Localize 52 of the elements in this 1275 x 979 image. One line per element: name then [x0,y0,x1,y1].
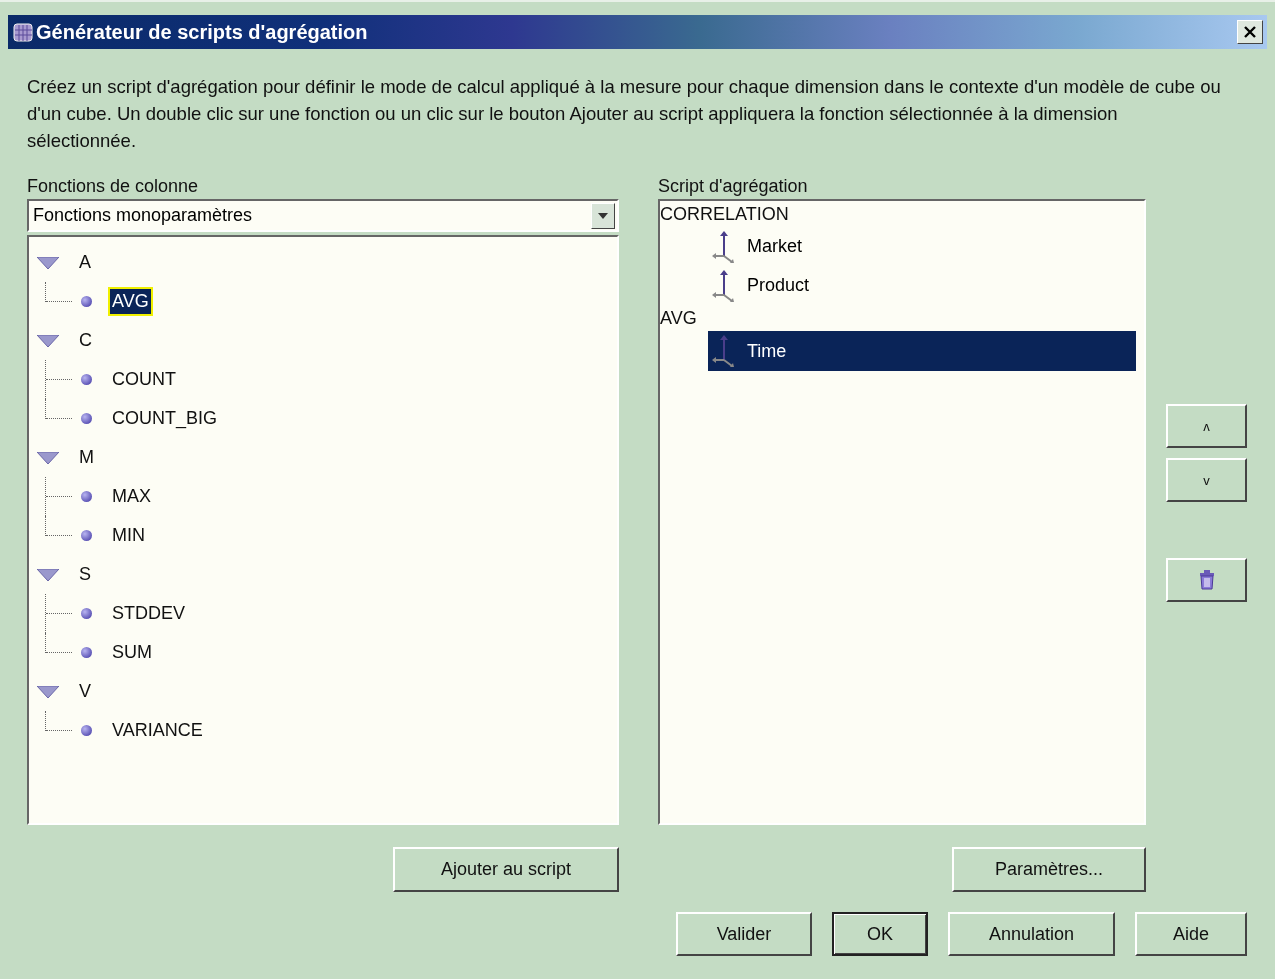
dialog-button[interactable]: OK [832,912,928,956]
group-label[interactable]: A [75,248,95,277]
function-item[interactable]: MIN [108,521,149,550]
close-button[interactable] [1237,20,1263,44]
function-item[interactable]: SUM [108,638,156,667]
function-dot-icon [81,647,92,658]
dimension-item[interactable]: Product [708,266,1136,305]
function-dot-icon [81,413,92,424]
function-type-dropdown[interactable]: Fonctions monoparamètres [27,199,619,232]
expand-toggle-icon[interactable] [37,334,59,347]
function-label[interactable]: AVG [660,307,697,329]
function-item[interactable]: COUNT [108,365,180,394]
cube-icon [12,21,34,43]
move-up-button[interactable]: ʌ [1166,404,1247,448]
function-dot-icon [81,374,92,385]
tree-connector-line [45,711,75,731]
function-dot-icon [81,296,92,307]
expand-toggle-icon[interactable] [37,568,59,581]
delete-button[interactable] [1166,558,1247,602]
dimension-item[interactable]: Time [708,331,1136,371]
dialog-button[interactable]: Annulation [948,912,1115,956]
add-to-script-button[interactable]: Ajouter au script [393,847,619,892]
tree-connector-line [45,282,75,302]
group-label[interactable]: V [75,677,95,706]
function-dot-icon [81,608,92,619]
script-label: Script d'agrégation [658,175,809,198]
group-label[interactable]: M [75,443,98,472]
parameters-button[interactable]: Paramètres... [952,847,1146,892]
function-item[interactable]: MAX [108,482,155,511]
expand-toggle-icon[interactable] [37,451,59,464]
function-item[interactable]: STDDEV [108,599,189,628]
function-label[interactable]: CORRELATION [660,203,789,225]
function-item[interactable]: VARIANCE [108,716,207,745]
function-dot-icon [81,725,92,736]
group-label[interactable]: C [75,326,96,355]
move-down-button[interactable]: v [1166,458,1247,502]
dimension-item[interactable]: Market [708,227,1136,266]
dialog-button[interactable]: Valider [676,912,812,956]
dialog-button[interactable]: Aide [1135,912,1247,956]
function-dot-icon [81,530,92,541]
description-text: Créez un script d'agrégation pour définir le mode de calcul appliqué à la mesure pour chaque dimension dans le contexte d'un modèle de cube ou d'un cube. Un double clic sur une fonction ou un clic sur le bouton Ajouter au script appliquera la fonction sélectionnée à la dimension sélectionnée. [27,75,1222,153]
caret-icon [598,212,608,219]
close-icon [1244,26,1256,38]
window-title: Générateur de scripts d'agrégation [36,20,368,44]
function-item[interactable]: COUNT_BIG [108,404,221,433]
group-label[interactable]: S [75,560,95,589]
function-dot-icon [81,491,92,502]
function-item[interactable]: AVG [108,287,153,316]
expand-toggle-icon[interactable] [37,685,59,698]
trash-icon [1198,570,1215,590]
expand-toggle-icon[interactable] [37,256,59,269]
functions-label: Fonctions de colonne [27,175,200,198]
